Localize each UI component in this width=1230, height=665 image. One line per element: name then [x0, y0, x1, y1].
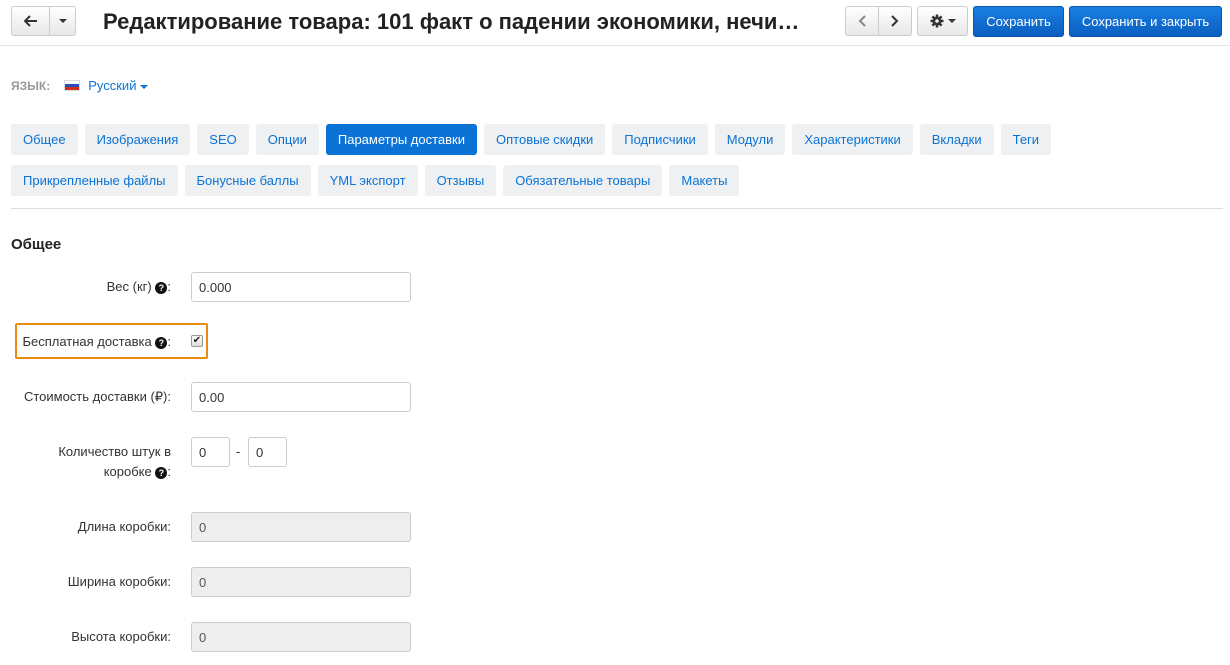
header: Редактирование товара: 101 факт о падени… — [0, 0, 1230, 46]
language-dropdown[interactable]: Русский — [88, 78, 149, 93]
gear-icon — [930, 14, 943, 28]
tab-7[interactable]: Модули — [714, 124, 786, 155]
box-quantity-to-input[interactable] — [248, 437, 287, 467]
tab-2[interactable]: SEO — [197, 124, 249, 155]
box-quantity-label: Количество штук в коробке ?: — [58, 444, 171, 479]
prev-item-button[interactable] — [845, 6, 879, 36]
help-icon[interactable]: ? — [155, 466, 168, 479]
box-width-label: Ширина коробки: — [67, 574, 171, 589]
back-dropdown-button[interactable] — [49, 6, 76, 36]
save-button[interactable]: Сохранить — [973, 6, 1064, 37]
caret-down-icon — [140, 84, 149, 89]
tab-bar: Общее Изображения SEO Опции Параметры достав… — [11, 124, 1221, 196]
box-width-input — [191, 567, 411, 597]
caret-down-icon — [947, 19, 956, 23]
tab-13[interactable]: YML экспорт — [317, 165, 418, 196]
box-length-label: Длина коробки: — [77, 519, 171, 534]
page-title: Редактирование товара: 101 факт о падени… — [103, 9, 800, 34]
help-icon[interactable]: ? — [155, 336, 168, 349]
language-label: ЯЗЫК: — [11, 78, 51, 93]
weight-input[interactable] — [191, 272, 411, 302]
free-delivery-label: Бесплатная доставка ?: — [22, 334, 171, 349]
weight-label: Вес (кг) ?: — [106, 279, 171, 294]
back-button[interactable] — [11, 6, 50, 36]
language-selector: ЯЗЫК: Русский — [11, 78, 149, 93]
settings-dropdown-button[interactable] — [917, 6, 968, 36]
russia-flag-icon — [64, 80, 81, 91]
help-icon[interactable]: ? — [155, 281, 168, 294]
chevron-right-icon — [891, 15, 899, 27]
tab-14[interactable]: Отзывы — [424, 165, 497, 196]
box-quantity-from-input[interactable] — [191, 437, 230, 467]
tab-16[interactable]: Макеты — [669, 165, 740, 196]
checkmark-icon: ✔ — [192, 335, 202, 346]
delivery-cost-label: Стоимость доставки (₽): — [23, 389, 171, 404]
section-title: Общее — [11, 236, 62, 253]
box-height-input — [191, 622, 411, 652]
save-and-close-button[interactable]: Сохранить и закрыть — [1069, 6, 1222, 37]
tab-5[interactable]: Оптовые скидки — [484, 124, 606, 155]
caret-down-icon — [58, 19, 67, 23]
tab-15[interactable]: Обязательные товары — [503, 165, 663, 196]
tab-9[interactable]: Вкладки — [919, 124, 994, 155]
tab-10[interactable]: Теги — [1000, 124, 1052, 155]
tab-6[interactable]: Подписчики — [612, 124, 708, 155]
next-item-button[interactable] — [878, 6, 912, 36]
tab-11[interactable]: Прикрепленные файлы — [11, 165, 178, 196]
box-height-label: Высота коробки: — [71, 629, 171, 644]
tab-0[interactable]: Общее — [11, 124, 78, 155]
tab-4[interactable]: Параметры доставки — [325, 124, 477, 155]
tab-3[interactable]: Опции — [255, 124, 319, 155]
arrow-left-icon — [23, 15, 37, 27]
delivery-cost-input[interactable] — [191, 382, 411, 412]
chevron-left-icon — [858, 15, 866, 27]
free-delivery-checkbox[interactable]: ✔ — [191, 335, 203, 347]
range-separator: - — [236, 444, 241, 459]
tab-8[interactable]: Характеристики — [792, 124, 913, 155]
tab-1[interactable]: Изображения — [84, 124, 191, 155]
divider — [11, 208, 1223, 209]
tab-12[interactable]: Бонусные баллы — [184, 165, 311, 196]
box-length-input — [191, 512, 411, 542]
